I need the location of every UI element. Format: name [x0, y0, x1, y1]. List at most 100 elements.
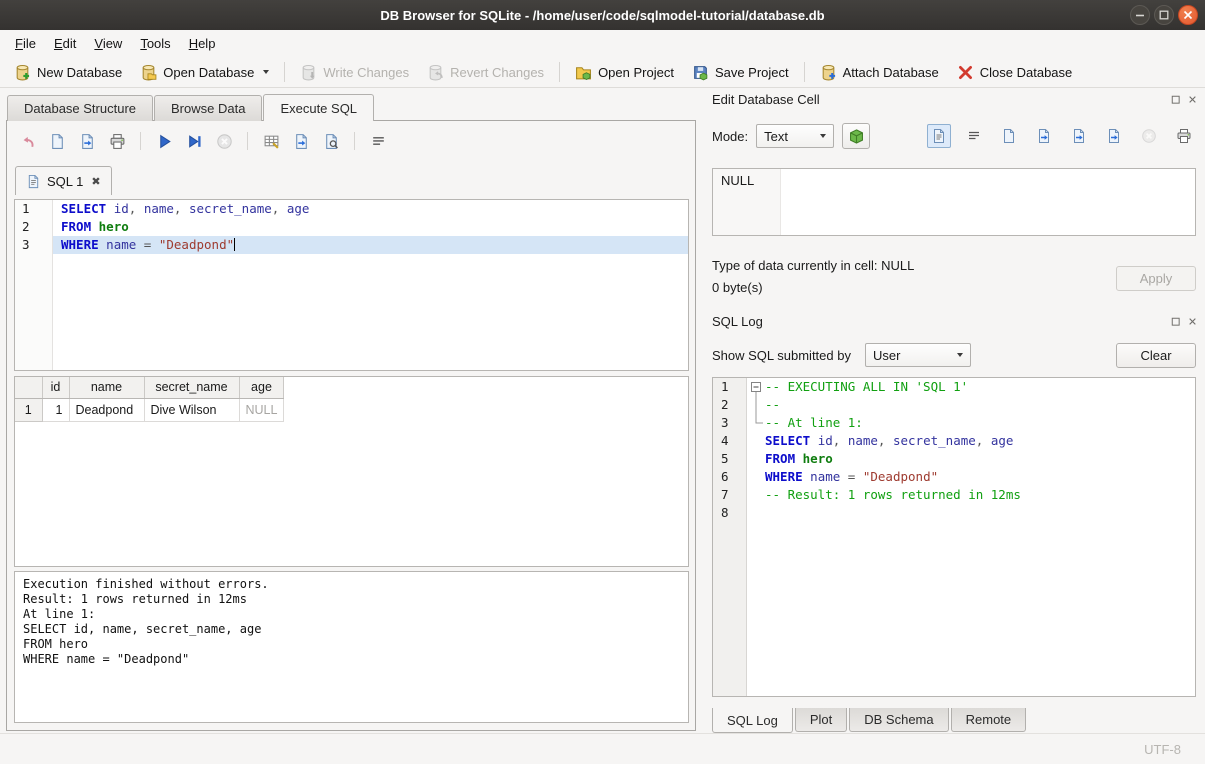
toolbar-separator [559, 62, 560, 82]
message-line: Execution finished without errors. [23, 577, 680, 592]
text-view-icon[interactable] [927, 124, 951, 148]
toolbar-label: Open Project [598, 65, 674, 80]
float-icon[interactable] [1168, 93, 1182, 107]
log-line: 8 [713, 504, 1195, 522]
open-database-button[interactable]: Open Database [132, 61, 277, 84]
write-changes-icon [300, 64, 317, 81]
titlebar[interactable]: DB Browser for SQLite - /home/user/code/… [0, 0, 1205, 30]
cell-value[interactable]: 1 [42, 398, 69, 421]
fold-marker[interactable] [747, 378, 765, 396]
table-row: 11DeadpondDive WilsonNULL [15, 398, 296, 421]
attach-database-button[interactable]: Attach Database [812, 61, 947, 84]
line-number: 6 [713, 468, 747, 486]
row-number[interactable]: 1 [15, 398, 42, 421]
word-wrap-icon[interactable] [962, 124, 986, 148]
maximize-button[interactable] [1154, 5, 1174, 25]
column-header-name[interactable]: name [69, 377, 144, 398]
chevron-down-icon [820, 134, 826, 138]
import-cell-icon[interactable] [1067, 124, 1091, 148]
new-database-button[interactable]: New Database [6, 61, 130, 84]
main-toolbar: New DatabaseOpen DatabaseWrite ChangesRe… [0, 57, 1205, 88]
tab-browse-data[interactable]: Browse Data [154, 95, 262, 121]
close-icon[interactable] [1185, 315, 1199, 329]
cell-value[interactable]: NULL [239, 398, 284, 421]
toolbar-label: Close Database [980, 65, 1073, 80]
sql-tab[interactable]: SQL 1 ✖ [15, 166, 112, 195]
edit-results-icon[interactable] [261, 131, 281, 151]
clear-button[interactable]: Clear [1116, 343, 1196, 368]
tab-database-structure[interactable]: Database Structure [7, 95, 153, 121]
float-icon[interactable] [1168, 315, 1182, 329]
message-line: FROM hero [23, 637, 680, 652]
execute-line-icon[interactable] [184, 131, 204, 151]
header-filler [284, 377, 297, 398]
word-wrap-icon[interactable] [368, 131, 388, 151]
sql-file-icon [26, 174, 41, 189]
menu-tools[interactable]: Tools [131, 30, 179, 57]
menu-file[interactable]: File [6, 30, 45, 57]
print-icon[interactable] [107, 131, 127, 151]
save-cell-icon[interactable] [1032, 124, 1056, 148]
dropdown-caret-icon[interactable] [263, 70, 269, 74]
export-cell-icon[interactable] [1102, 124, 1126, 148]
fold-marker [747, 396, 765, 414]
close-database-button[interactable]: Close Database [949, 61, 1081, 84]
cell-editor[interactable]: NULL [712, 168, 1196, 236]
mode-value: Text [764, 129, 788, 144]
open-project-button[interactable]: Open Project [567, 61, 682, 84]
bottom-tab-sql-log[interactable]: SQL Log [712, 708, 793, 733]
bottom-tab-db-schema[interactable]: DB Schema [849, 708, 948, 732]
bottom-tab-remote[interactable]: Remote [951, 708, 1027, 732]
log-filter-select[interactable]: User [865, 343, 971, 367]
fold-marker [747, 414, 765, 432]
close-window-button[interactable] [1178, 5, 1198, 25]
open-sql-file-icon[interactable] [47, 131, 67, 151]
close-tab-icon[interactable]: ✖ [91, 175, 100, 188]
execution-message: Execution finished without errors.Result… [14, 571, 689, 723]
edit-cell-header: Edit Database Cell [712, 92, 1199, 107]
save-results-icon[interactable] [291, 131, 311, 151]
apply-button[interactable]: Apply [1116, 266, 1196, 291]
bottom-tab-plot[interactable]: Plot [795, 708, 847, 732]
sql-log-header: SQL Log [712, 314, 1199, 329]
sql-editor[interactable]: 1SELECT id, name, secret_name, age2FROM … [14, 199, 689, 371]
cell-value[interactable]: Deadpond [69, 398, 144, 421]
open-project-icon [575, 64, 592, 81]
mode-select[interactable]: Text [756, 124, 834, 148]
execute-all-icon[interactable] [154, 131, 174, 151]
menu-edit[interactable]: Edit [45, 30, 85, 57]
revert-changes-button: Revert Changes [419, 61, 552, 84]
toolbar-separator [354, 132, 355, 150]
window-title: DB Browser for SQLite - /home/user/code/… [380, 8, 824, 23]
log-line: 7-- Result: 1 rows returned in 12ms [713, 486, 1195, 504]
save-project-button[interactable]: Save Project [684, 61, 797, 84]
menu-view[interactable]: View [85, 30, 131, 57]
sql-log-view[interactable]: 1-- EXECUTING ALL IN 'SQL 1'2--3-- At li… [712, 377, 1196, 697]
fold-marker [747, 432, 765, 450]
chevron-down-icon [957, 353, 963, 357]
line-number: 2 [15, 218, 53, 236]
column-header-secret-name[interactable]: secret_name [144, 377, 239, 398]
copy-cell-icon[interactable] [997, 124, 1021, 148]
cell-value[interactable]: Dive Wilson [144, 398, 239, 421]
results-grid: idnamesecret_nameage11DeadpondDive Wilso… [14, 376, 689, 567]
message-line: WHERE name = "Deadpond" [23, 652, 680, 667]
new-sql-tab-icon[interactable] [17, 131, 37, 151]
find-replace-icon[interactable] [321, 131, 341, 151]
toolbar-separator [140, 132, 141, 150]
save-sql-file-icon[interactable] [77, 131, 97, 151]
tab-execute-sql[interactable]: Execute SQL [263, 94, 374, 121]
minimize-button[interactable] [1130, 5, 1150, 25]
open-database-icon [140, 64, 157, 81]
text-cursor [234, 238, 235, 251]
menu-help[interactable]: Help [180, 30, 225, 57]
column-header-id[interactable]: id [42, 377, 69, 398]
print-cell-icon[interactable] [1172, 124, 1196, 148]
log-filter-row: Show SQL submitted by User Clear [712, 341, 1196, 369]
editor-line: 1SELECT id, name, secret_name, age [15, 200, 688, 218]
column-header-age[interactable]: age [239, 377, 284, 398]
import-data-button[interactable] [842, 123, 870, 149]
close-icon[interactable] [1185, 93, 1199, 107]
code-text: WHERE name = "Deadpond" [765, 468, 1195, 486]
save-project-icon [692, 64, 709, 81]
